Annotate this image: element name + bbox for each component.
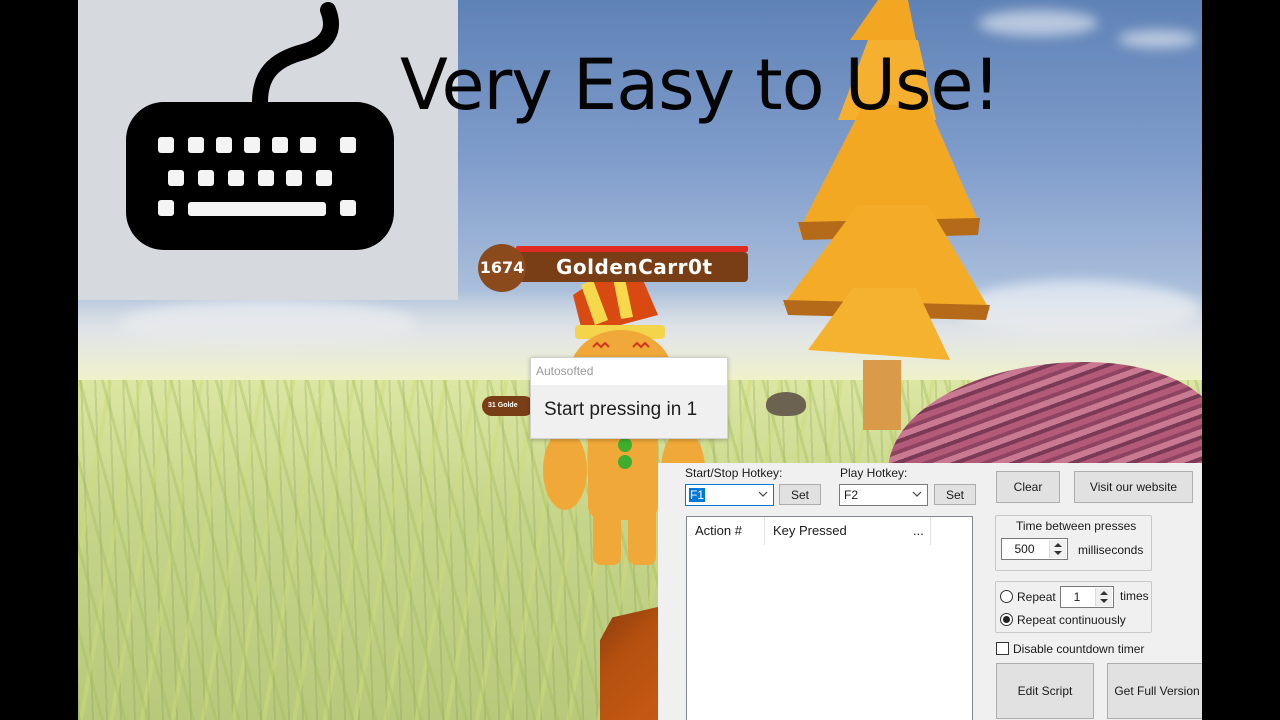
play-hotkey-value: F2 (844, 488, 859, 502)
start-stop-hotkey-label: Start/Stop Hotkey: (685, 466, 783, 480)
letterbox-right (1202, 0, 1280, 720)
start-stop-set-button[interactable]: Set (779, 484, 821, 505)
spin-down-icon[interactable] (1100, 599, 1108, 603)
popup-message: Start pressing in 1 (544, 399, 698, 420)
repeat-count-value: 1 (1073, 590, 1081, 604)
spin-down-icon[interactable] (1054, 551, 1062, 555)
time-between-presses-input[interactable]: 500 (1001, 538, 1068, 560)
letterbox-left (0, 0, 78, 720)
disable-countdown-label: Disable countdown timer (1013, 642, 1145, 656)
time-between-presses-label: Time between presses (1016, 519, 1137, 533)
other-player-name: Golde (497, 402, 518, 409)
headline: Very Easy to Use! (400, 44, 1001, 126)
chevron-down-icon (758, 491, 768, 497)
start-stop-hotkey-select[interactable]: F1 (685, 484, 774, 506)
spin-up-icon[interactable] (1054, 543, 1062, 547)
start-stop-hotkey-value: F1 (689, 488, 706, 502)
player-level: 1674 (478, 244, 526, 292)
column-action-number[interactable]: Action # (687, 517, 765, 545)
disable-countdown-checkbox[interactable] (996, 642, 1009, 655)
spin-up-icon[interactable] (1100, 591, 1108, 595)
list-header: Action # Key Pressed ... (687, 517, 972, 545)
edit-script-button[interactable]: Edit Script (996, 663, 1094, 719)
repeat-continuously-label: Repeat continuously (1017, 613, 1126, 627)
repeat-times-radio[interactable] (1000, 590, 1013, 603)
other-player-level: 31 (488, 402, 496, 409)
clear-button[interactable]: Clear (996, 471, 1060, 503)
cloud (1118, 30, 1198, 48)
play-set-button[interactable]: Set (934, 484, 976, 505)
time-value: 500 (1014, 542, 1035, 556)
actions-list[interactable]: Action # Key Pressed ... (686, 516, 973, 720)
column-more[interactable]: ... (903, 517, 931, 545)
repeat-label: Repeat (1017, 590, 1056, 604)
play-hotkey-select[interactable]: F2 (839, 484, 928, 506)
popup-title: Autosofted (531, 358, 727, 385)
spinner-arrows[interactable] (1049, 540, 1066, 558)
autosofted-app-window: Start/Stop Hotkey: F1 Set Play Hotkey: F… (658, 463, 1202, 720)
countdown-popup: Autosofted Start pressing in 1 (530, 357, 728, 439)
repeat-count-input[interactable]: 1 (1060, 586, 1114, 608)
get-full-version-button[interactable]: Get Full Version (1107, 663, 1202, 719)
times-label: times (1120, 589, 1149, 603)
spinner-arrows[interactable] (1095, 588, 1112, 606)
milliseconds-label: milliseconds (1078, 543, 1144, 557)
chevron-down-icon (912, 491, 922, 497)
visit-website-button[interactable]: Visit our website (1074, 471, 1193, 503)
other-player-nameplate: 31 Golde (482, 396, 534, 416)
play-hotkey-label: Play Hotkey: (840, 466, 908, 480)
repeat-continuously-radio[interactable] (1000, 613, 1013, 626)
player-name: GoldenCarr0t (556, 255, 713, 279)
